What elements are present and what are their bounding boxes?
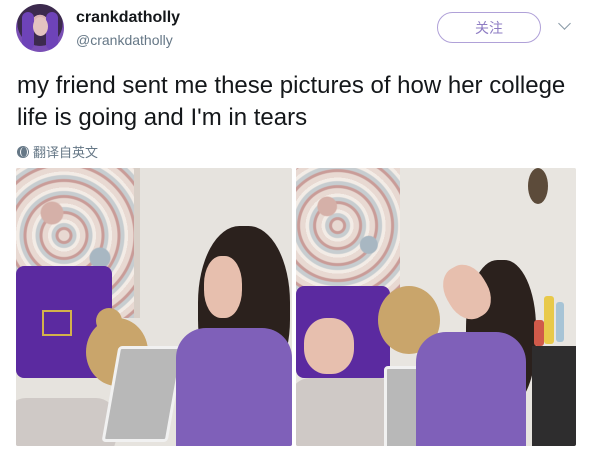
user-handle[interactable]: @crankdatholly — [76, 32, 173, 48]
translate-link[interactable]: 翻译自英文 — [17, 142, 98, 161]
globe-icon — [17, 145, 29, 158]
tweet-text: my friend sent me these pictures of how … — [17, 72, 566, 131]
display-name[interactable]: crankdatholly — [76, 9, 180, 27]
follow-button[interactable]: 关注 — [437, 12, 541, 43]
translate-label: 翻译自英文 — [33, 145, 99, 160]
tweet-photo-1[interactable] — [16, 168, 292, 446]
tweet-photo-2[interactable] — [296, 168, 576, 446]
avatar[interactable] — [16, 4, 64, 52]
chevron-down-icon[interactable] — [558, 17, 571, 30]
